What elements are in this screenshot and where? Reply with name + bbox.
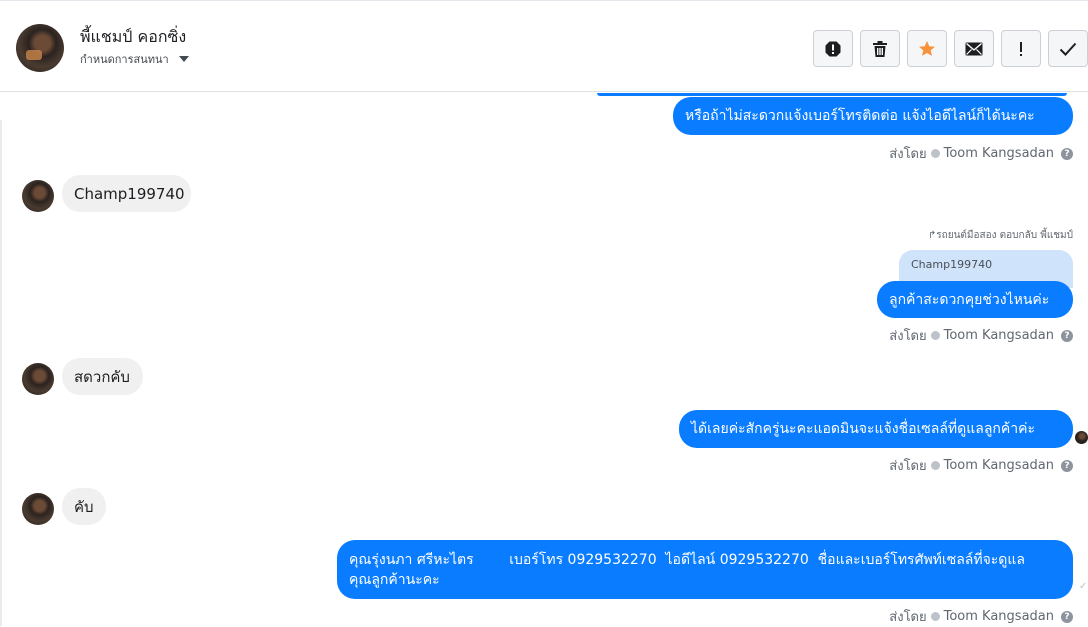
message-text: คับ	[74, 497, 94, 516]
sent-by-label: ส่งโดย Toom Kangsadan ?	[889, 325, 1073, 346]
spam-button[interactable]	[813, 30, 853, 67]
contact-avatar-small[interactable]	[22, 180, 54, 212]
verified-icon	[930, 612, 940, 621]
trash-icon	[873, 40, 887, 57]
message-text: ลูกค้าสะดวกคุยช่วงไหนค่ะ	[889, 291, 1050, 308]
contact-avatar-small[interactable]	[22, 493, 54, 525]
header-actions	[813, 30, 1088, 67]
agent-name[interactable]: Toom Kangsadan	[944, 146, 1054, 161]
assign-conversation-label: กำหนดการสนทนา	[80, 53, 169, 66]
sent-by-label: ส่งโดย Toom Kangsadan ?	[889, 143, 1073, 164]
contact-avatar[interactable]	[16, 24, 64, 72]
message-text-line-1: คุณรุ่งนภา ศรีหะไตร เบอร์โทร 0929532270 …	[349, 551, 1026, 568]
message-text: ได้เลยค่ะสักครู่นะคะแอดมินจะแจ้งชื่อเซลล…	[691, 421, 1036, 437]
star-icon	[919, 40, 935, 56]
verified-icon	[930, 149, 940, 158]
important-button[interactable]	[1001, 30, 1041, 67]
star-button[interactable]	[907, 30, 947, 67]
message-thread[interactable]: หรือถ้าไม่สะดวกแจ้งเบอร์โทรติดต่อ แจ้งไอ…	[0, 93, 1088, 626]
done-button[interactable]	[1048, 30, 1088, 67]
previous-message-edge	[597, 93, 1067, 96]
delivered-icon: ✓	[1079, 581, 1088, 592]
outgoing-message[interactable]: ลูกค้าสะดวกคุยช่วงไหนค่ะ	[877, 281, 1073, 318]
alert-circle-icon	[825, 41, 841, 56]
message-text: หรือถ้าไม่สะดวกแจ้งเบอร์โทรติดต่อ แจ้งไอ…	[685, 108, 1035, 124]
contact-name[interactable]: พี้แชมป์ คอกซิ่ง	[80, 25, 186, 50]
mark-unread-button[interactable]	[954, 30, 994, 67]
sent-by-label: ส่งโดย Toom Kangsadan ?	[889, 455, 1073, 476]
check-icon	[1059, 42, 1077, 56]
outgoing-message[interactable]: คุณรุ่งนภา ศรีหะไตร เบอร์โทร 0929532270 …	[337, 540, 1073, 599]
agent-name[interactable]: Toom Kangsadan	[944, 458, 1054, 473]
incoming-message[interactable]: คับ	[62, 488, 106, 525]
outgoing-message[interactable]: หรือถ้าไม่สะดวกแจ้งเบอร์โทรติดต่อ แจ้งไอ…	[673, 97, 1073, 135]
help-icon[interactable]: ?	[1061, 610, 1073, 623]
contact-avatar-small[interactable]	[22, 363, 54, 395]
envelope-icon	[965, 42, 983, 55]
verified-icon	[930, 331, 940, 340]
exclamation-icon	[1020, 41, 1022, 56]
reply-context-label: ↱รถยนต์มือสอง ตอบกลับ พี้แชมป์	[927, 230, 1073, 241]
verified-icon	[930, 461, 940, 470]
conversation-header: พี้แชมป์ คอกซิ่ง กำหนดการสนทนา	[0, 0, 1088, 92]
agent-name[interactable]: Toom Kangsadan	[944, 609, 1054, 624]
help-icon[interactable]: ?	[1061, 329, 1073, 342]
message-text-line-2: คุณลูกค้านะคะ	[349, 571, 440, 588]
message-text: Champ199740	[74, 184, 185, 203]
agent-name[interactable]: Toom Kangsadan	[944, 328, 1054, 343]
seen-avatar-icon	[1075, 431, 1088, 444]
incoming-message[interactable]: สดวกคับ	[62, 358, 143, 395]
assign-conversation-dropdown[interactable]: กำหนดการสนทนา	[80, 50, 189, 68]
caret-down-icon	[178, 56, 189, 62]
message-text: สดวกคับ	[74, 367, 130, 386]
sent-by-label: ส่งโดย Toom Kangsadan ?	[889, 606, 1073, 627]
help-icon[interactable]: ?	[1061, 147, 1073, 160]
delete-button[interactable]	[860, 30, 900, 67]
incoming-message[interactable]: Champ199740	[62, 175, 191, 212]
outgoing-message[interactable]: ได้เลยค่ะสักครู่นะคะแอดมินจะแจ้งชื่อเซลล…	[679, 410, 1073, 448]
help-icon[interactable]: ?	[1061, 459, 1073, 472]
